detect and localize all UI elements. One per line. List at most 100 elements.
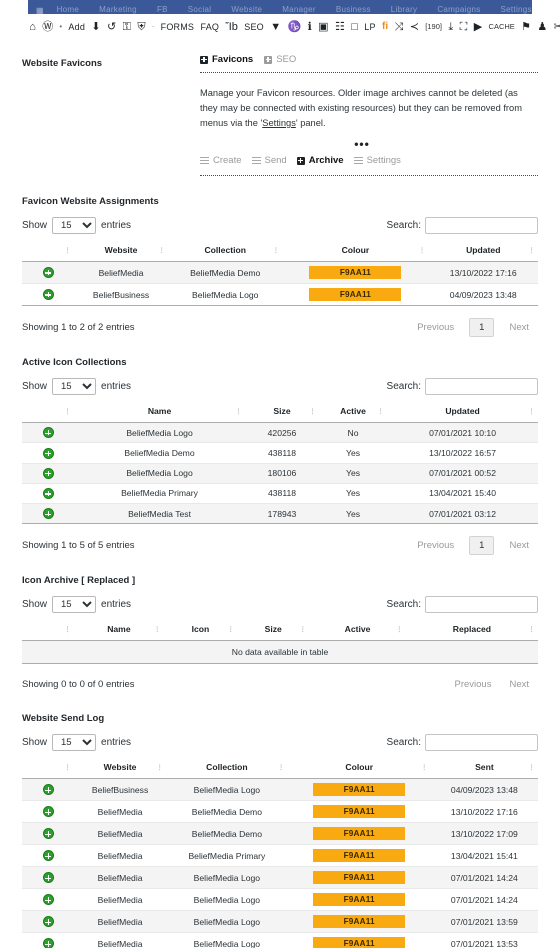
column-header-collection[interactable]: Collection ⋮ (168, 242, 283, 263)
add-circle-icon[interactable] (42, 427, 54, 439)
column-header-icon[interactable]: ⋮ (22, 759, 74, 780)
table-row[interactable]: BeliefMedia Primary 438118 Yes 13/04/2021 1… (22, 483, 538, 505)
row-action-cell[interactable] (22, 503, 74, 525)
column-header-updated[interactable]: Updated ⋮ (428, 242, 538, 263)
column-header-website[interactable]: Website ⋮ (74, 242, 169, 263)
next-page-button[interactable]: Next (500, 676, 538, 693)
column-header-icon[interactable]: Icon ⋮ (163, 621, 238, 642)
table-row[interactable]: BeliefMedia BeliefMedia Logo F9AA11 07/01/2… (22, 866, 538, 890)
row-action-cell[interactable] (22, 422, 74, 444)
download-icon[interactable]: ⤓ (445, 17, 456, 37)
sort-indicator[interactable]: ⋮ (421, 764, 428, 771)
sort-indicator[interactable]: ⋮ (278, 764, 285, 771)
lp-label[interactable]: LP (361, 17, 379, 37)
import-icon[interactable]: ⬇ (88, 17, 104, 37)
sort-indicator[interactable]: ⋮ (528, 408, 535, 415)
lock-icon[interactable]: ⚿ (119, 17, 134, 37)
row-action-cell[interactable] (22, 442, 74, 464)
sort-indicator[interactable]: ⋮ (235, 408, 242, 415)
seo-label[interactable]: SEO (241, 17, 267, 37)
add-circle-icon[interactable] (42, 916, 54, 928)
shuffle-icon[interactable]: ⤨ (391, 17, 406, 37)
add-circle-icon[interactable] (42, 784, 54, 796)
row-action-cell[interactable] (22, 778, 74, 802)
row-action-cell[interactable] (22, 844, 74, 868)
sort-indicator[interactable]: ⋮ (272, 247, 279, 254)
add-circle-icon[interactable] (42, 467, 54, 479)
nav-item-website[interactable]: Website (221, 4, 272, 14)
add-circle-icon[interactable] (42, 894, 54, 906)
row-action-cell[interactable] (22, 261, 74, 285)
column-header-sent[interactable]: Sent ⋮ (430, 759, 538, 780)
sort-indicator[interactable]: ⋮ (227, 626, 234, 633)
nav-item-fb[interactable]: FB (147, 4, 178, 14)
nav-item-campaigns[interactable]: Campaigns (427, 4, 490, 14)
tab-favicons[interactable]: Favicons (200, 54, 253, 65)
column-header-size[interactable]: Size ⋮ (237, 621, 310, 642)
revision-icon[interactable]: ↺ (104, 17, 120, 37)
table-row[interactable]: BeliefMedia BeliefMedia Logo F9AA11 07/01/2… (22, 910, 538, 934)
menu-item-archive[interactable]: Archive (296, 155, 344, 166)
fi-label[interactable]: fi (379, 17, 391, 37)
table-row[interactable]: BeliefMedia Demo 438118 Yes 13/10/2022 16:5… (22, 442, 538, 464)
add-circle-icon[interactable] (42, 828, 54, 840)
column-header-name[interactable]: Name ⋮ (74, 621, 164, 642)
row-action-cell[interactable] (22, 910, 74, 934)
table-row[interactable]: BeliefMedia BeliefMedia Primary F9AA11 13/0… (22, 844, 538, 868)
search-input[interactable] (425, 596, 538, 614)
nav-item-business[interactable]: Business (326, 4, 381, 14)
add-circle-icon[interactable] (42, 850, 54, 862)
forms-label[interactable]: FORMS (157, 17, 197, 37)
column-header-colour[interactable]: Colour ⋮ (287, 759, 431, 780)
column-header-replaced[interactable]: Replaced ⋮ (405, 621, 538, 642)
menu-item-send[interactable]: Send (251, 155, 287, 166)
nav-item-manager[interactable]: Manager (272, 4, 326, 14)
column-header-updated[interactable]: Updated ⋮ (387, 403, 538, 424)
table-row[interactable]: BeliefMedia BeliefMedia Demo F9AA11 13/10/2… (22, 800, 538, 824)
table-row[interactable]: BeliefMedia BeliefMedia Demo F9AA11 13/10/2… (22, 822, 538, 846)
table-row[interactable]: BeliefMedia BeliefMedia Logo F9AA11 07/01/2… (22, 888, 538, 912)
add-circle-icon[interactable] (42, 267, 54, 279)
add-circle-icon[interactable] (42, 447, 54, 459)
sort-indicator[interactable]: ⋮ (528, 764, 535, 771)
sort-indicator[interactable]: ⋮ (64, 247, 71, 254)
add-circle-icon[interactable] (42, 872, 54, 884)
page-length-select[interactable]: 152550100 (52, 217, 97, 235)
row-action-cell[interactable] (22, 866, 74, 890)
column-header-size[interactable]: Size ⋮ (245, 403, 319, 424)
nav-item-home[interactable]: Home (47, 4, 90, 14)
sort-indicator[interactable]: ⋮ (396, 626, 403, 633)
page-number-button[interactable]: 1 (469, 536, 495, 556)
sort-indicator[interactable]: ⋮ (64, 626, 71, 633)
row-action-cell[interactable] (22, 800, 74, 824)
add-new-label[interactable]: Add (65, 17, 88, 37)
faq-label[interactable]: FAQ (197, 17, 222, 37)
column-header-icon[interactable]: ⋮ (22, 403, 74, 424)
column-header-active[interactable]: Active ⋮ (309, 621, 406, 642)
table-row[interactable]: BeliefMedia BeliefMedia Demo F9AA11 13/10/2… (22, 261, 538, 285)
row-action-cell[interactable] (22, 822, 74, 846)
previous-page-button[interactable]: Previous (445, 676, 500, 693)
previous-page-button[interactable]: Previous (408, 319, 463, 336)
column-header-icon[interactable]: ⋮ (22, 621, 74, 642)
bank-icon[interactable]: Ἵb (222, 17, 241, 37)
count-badge[interactable]: [190] (422, 17, 445, 37)
page-length-select[interactable]: 152550100 (52, 596, 97, 614)
add-circle-icon[interactable] (42, 938, 54, 948)
previous-page-button[interactable]: Previous (408, 537, 463, 554)
table-row[interactable]: BeliefMedia BeliefMedia Logo F9AA11 07/01/2… (22, 932, 538, 948)
sort-indicator[interactable]: ⋮ (377, 408, 384, 415)
row-action-cell[interactable] (22, 483, 74, 505)
search-input[interactable] (425, 378, 538, 396)
menu-item-settings[interactable]: Settings (353, 155, 401, 166)
user-icon[interactable]: ♟ (534, 17, 550, 37)
column-header-collection[interactable]: Collection ⋮ (166, 759, 288, 780)
sort-indicator[interactable]: ⋮ (64, 408, 71, 415)
table-row[interactable]: BeliefBusiness BeliefMedia Logo F9AA11 04/0… (22, 778, 538, 802)
table-row[interactable]: BeliefMedia Test 178943 Yes 07/01/2021 03:1… (22, 503, 538, 525)
flag-icon[interactable]: ⚑ (518, 17, 534, 37)
column-header-website[interactable]: Website ⋮ (74, 759, 167, 780)
wordpress-icon[interactable]: Ⓦ (39, 17, 56, 37)
filter-icon[interactable]: ▼ (267, 17, 284, 37)
cache-label[interactable]: CACHE (485, 17, 518, 37)
